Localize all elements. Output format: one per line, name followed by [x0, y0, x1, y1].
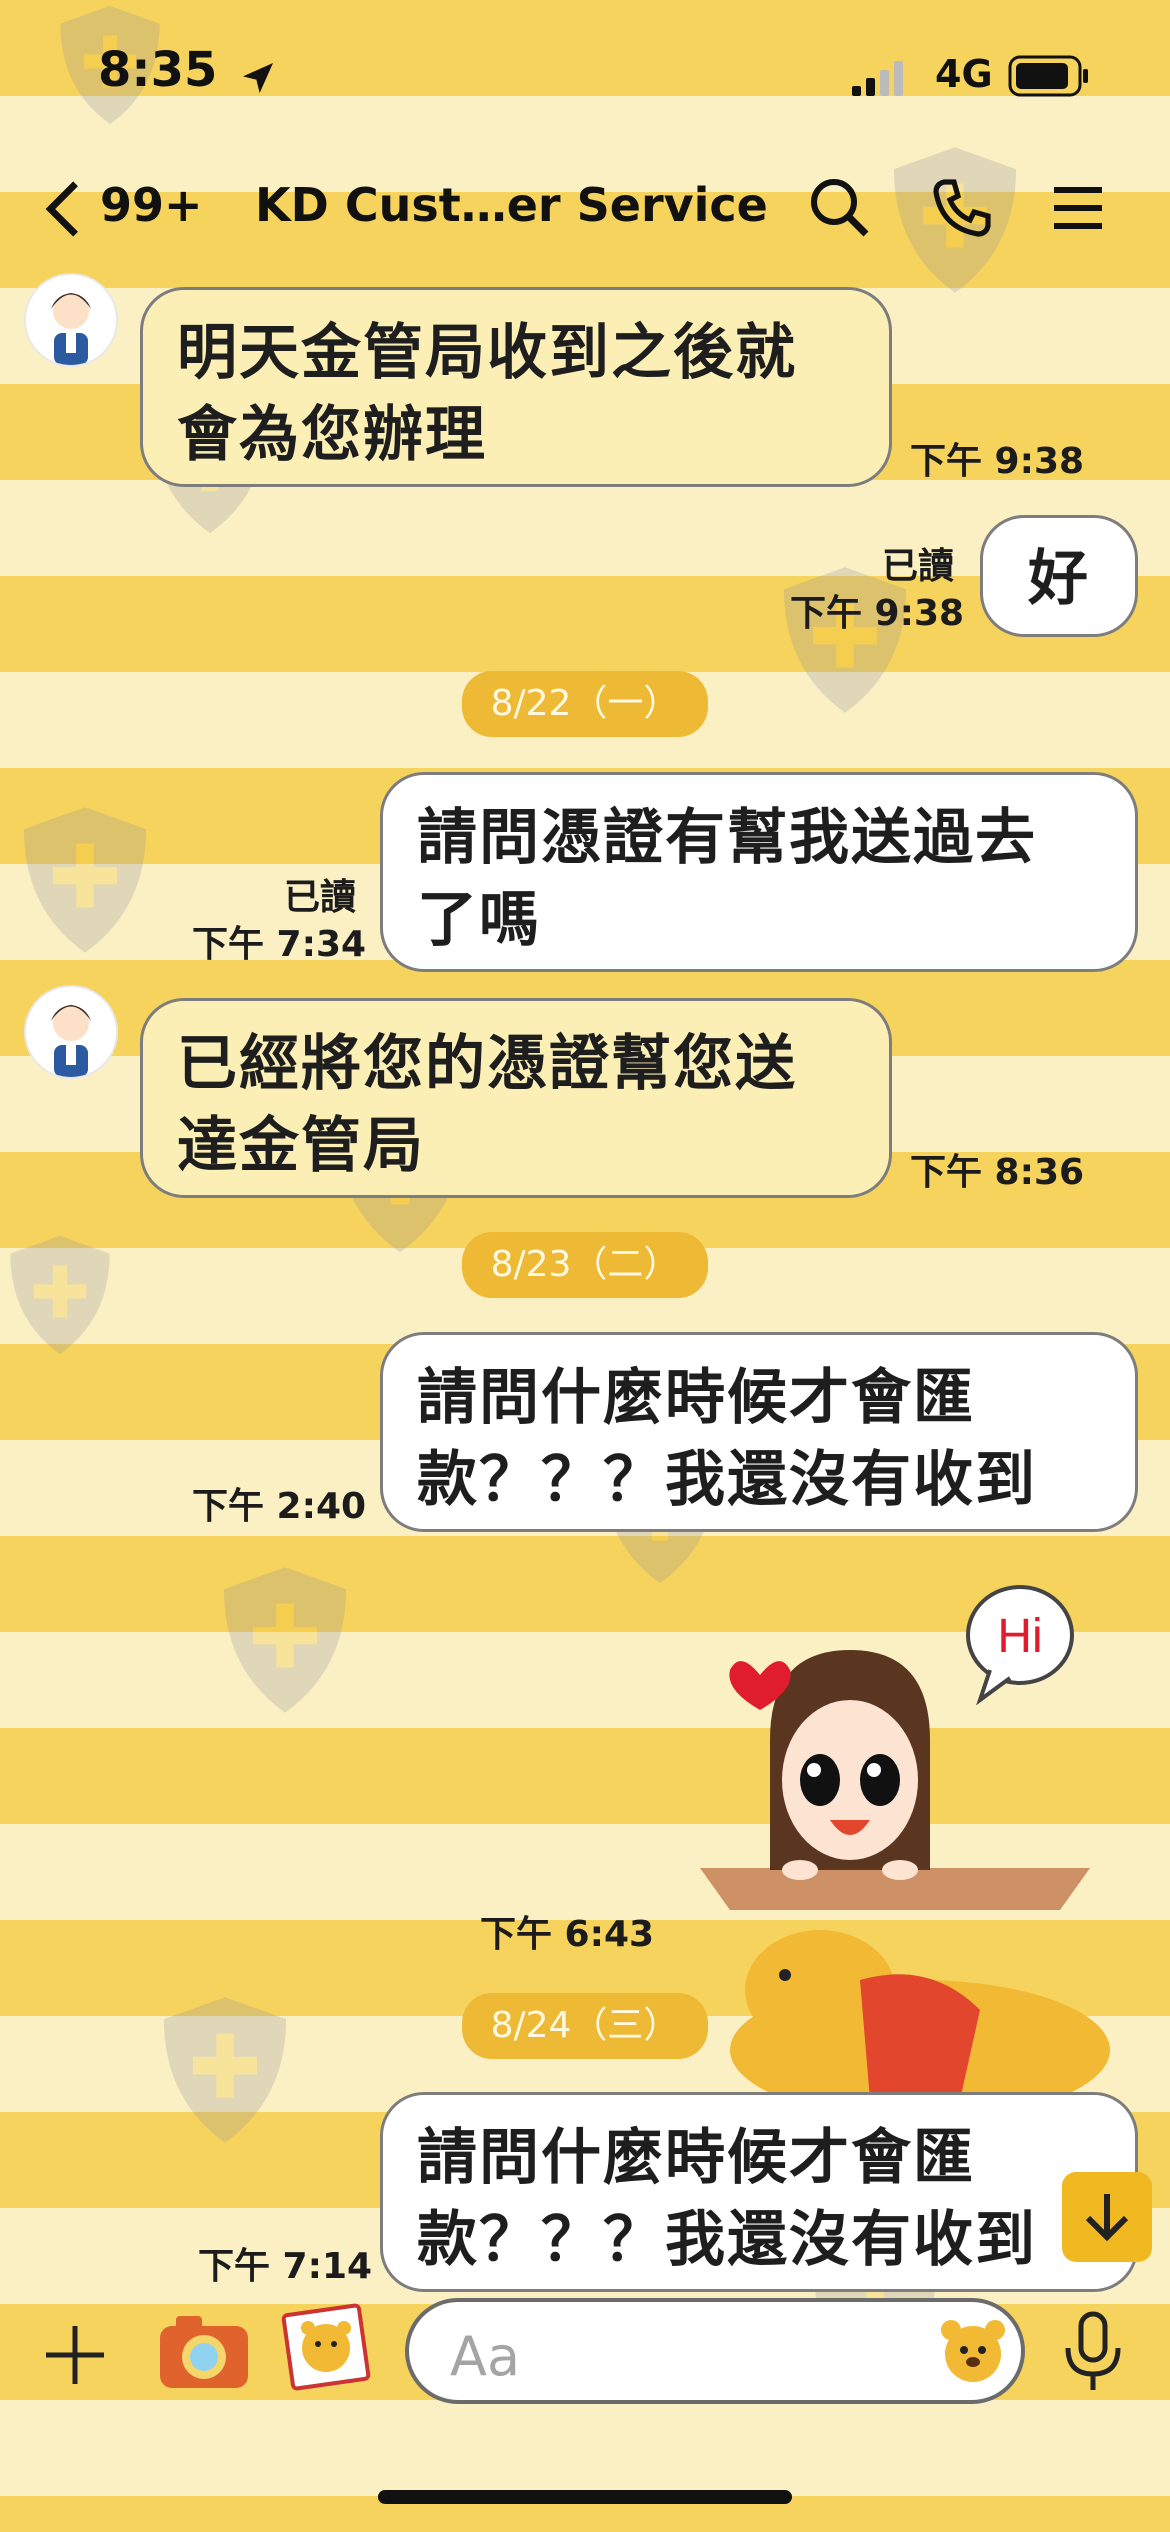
- scroll-down-button[interactable]: [1062, 2172, 1152, 2262]
- message-line: 了嗎: [417, 885, 541, 955]
- phone-icon[interactable]: [930, 176, 994, 240]
- menu-icon[interactable]: [1050, 180, 1106, 236]
- message-line: 達金管局: [177, 1111, 425, 1181]
- input-placeholder: Aa: [450, 2325, 521, 2388]
- shield-watermark: [10, 1235, 110, 1355]
- microphone-icon[interactable]: [1058, 2310, 1128, 2394]
- unread-badge[interactable]: 99+: [100, 178, 203, 232]
- agent-avatar[interactable]: [24, 985, 118, 1079]
- shield-watermark: [163, 1997, 287, 2143]
- status-time: 8:35: [98, 42, 218, 98]
- shield-watermark: [223, 1567, 347, 1713]
- message-line: 好: [1028, 544, 1090, 614]
- search-icon[interactable]: [808, 176, 872, 240]
- sticker-message[interactable]: Hi: [690, 1580, 1110, 2120]
- photo-icon[interactable]: [280, 2302, 372, 2392]
- scroll-down-icon: [1085, 2194, 1129, 2242]
- message-bubble-outgoing[interactable]: 請問什麼時候才會匯 款？？？我還沒有收到: [380, 1332, 1138, 1532]
- message-line: 款？？？我還沒有收到: [417, 2205, 1037, 2275]
- back-chevron-icon[interactable]: [40, 178, 84, 240]
- plus-icon[interactable]: [40, 2320, 110, 2390]
- message-time: 下午 6:43: [480, 1914, 655, 1955]
- date-separator: 8/23（二）: [462, 1232, 708, 1298]
- message-bubble-outgoing[interactable]: 好: [980, 515, 1138, 637]
- battery-icon: [1008, 55, 1088, 97]
- message-time: 下午 9:38: [910, 441, 1085, 482]
- emoji-icon[interactable]: [935, 2312, 1011, 2388]
- agent-avatar[interactable]: [24, 273, 118, 367]
- read-receipt: 已讀: [882, 546, 955, 587]
- message-line: 明天金管局收到之後就: [177, 318, 797, 388]
- message-time: 下午 8:36: [910, 1152, 1085, 1193]
- message-line: 請問什麼時候才會匯: [417, 1363, 975, 1433]
- message-line: 請問什麼時候才會匯: [417, 2123, 975, 2193]
- message-time: 下午 2:40: [192, 1486, 367, 1527]
- message-time: 下午 7:34: [192, 924, 367, 965]
- message-line: 會為您辦理: [177, 400, 487, 470]
- sticker-girl-pooh: Hi: [700, 1585, 1110, 2120]
- message-line: 款？？？我還沒有收到: [417, 1445, 1037, 1515]
- message-bubble-incoming[interactable]: 明天金管局收到之後就 會為您辦理: [140, 287, 892, 487]
- message-bubble-incoming[interactable]: 已經將您的憑證幫您送 達金管局: [140, 998, 892, 1198]
- chat-title[interactable]: KD Cust…er Service: [255, 178, 768, 232]
- message-bubble-outgoing[interactable]: 請問憑證有幫我送過去 了嗎: [380, 772, 1138, 972]
- shield-watermark: [23, 807, 147, 953]
- read-receipt: 已讀: [284, 877, 357, 918]
- date-separator: 8/22（一）: [462, 671, 708, 737]
- camera-icon[interactable]: [156, 2308, 252, 2392]
- message-line: 已經將您的憑證幫您送: [177, 1029, 797, 1099]
- sticker-text: Hi: [997, 1610, 1042, 1663]
- message-time: 下午 7:14: [198, 2246, 373, 2287]
- message-line: 請問憑證有幫我送過去: [417, 803, 1037, 873]
- message-time: 下午 9:38: [790, 593, 965, 634]
- location-arrow-icon: [243, 63, 273, 93]
- date-separator: 8/24（三）: [462, 1993, 708, 2059]
- signal-icon: [852, 61, 903, 96]
- home-indicator: [378, 2490, 792, 2504]
- network-label: 4G: [935, 52, 993, 96]
- message-bubble-outgoing[interactable]: 請問什麼時候才會匯 款？？？我還沒有收到: [380, 2092, 1138, 2292]
